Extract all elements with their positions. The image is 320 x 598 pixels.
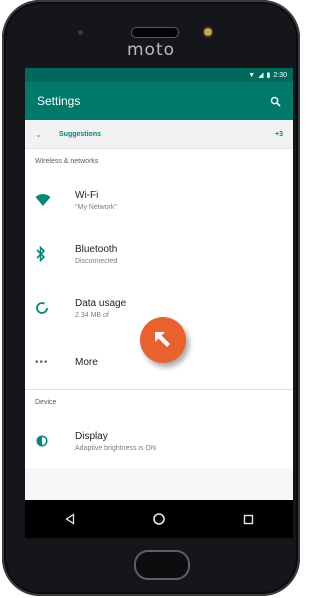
data-usage-subtitle: 2.34 MB of — [75, 311, 109, 319]
data-usage-title: Data usage — [75, 297, 127, 309]
wifi-status-icon: ▼ — [248, 71, 256, 79]
bluetooth-title: Bluetooth — [75, 243, 118, 255]
home-icon[interactable] — [139, 500, 179, 538]
settings-item-display[interactable]: Display Adaptive brightness is ON — [25, 414, 293, 468]
chevron-down-icon: ⌄ — [35, 129, 42, 139]
device-list: Display Adaptive brightness is ON — [25, 414, 293, 468]
settings-item-wifi[interactable]: Wi-Fi "My Network" — [25, 173, 293, 227]
search-icon[interactable] — [267, 93, 283, 109]
bluetooth-icon — [35, 246, 75, 262]
display-subtitle: Adaptive brightness is ON — [75, 444, 156, 452]
navigation-bar — [25, 500, 293, 538]
bluetooth-subtitle: Disconnected — [75, 257, 118, 265]
hardware-home-key[interactable] — [134, 550, 190, 580]
suggestions-label: Suggestions — [59, 130, 102, 138]
tap-pointer-icon — [140, 317, 186, 363]
section-header-device: Device — [25, 390, 293, 414]
wifi-subtitle: "My Network" — [75, 203, 117, 211]
wifi-title: Wi-Fi — [75, 189, 99, 201]
section-header-wireless: Wireless & networks — [25, 149, 293, 173]
brand-logo: moto — [126, 40, 176, 60]
display-icon — [35, 434, 75, 448]
battery-icon: ▮ — [266, 72, 271, 79]
back-icon[interactable] — [50, 500, 90, 538]
signal-icon: ◢ — [258, 72, 264, 79]
more-icon: ••• — [35, 356, 49, 368]
display-title: Display — [75, 430, 108, 442]
status-bar: ▼ ◢ ▮ 2:30 — [25, 68, 293, 82]
recents-icon[interactable] — [228, 500, 268, 538]
front-camera — [204, 28, 212, 36]
suggestions-bar[interactable]: ⌄ Suggestions +3 — [25, 120, 293, 149]
top-bezel: moto — [2, 0, 300, 68]
more-title: More — [75, 356, 98, 368]
proximity-sensor — [78, 30, 83, 35]
screen: ▼ ◢ ▮ 2:30 Settings ⌄ Suggestions +3 Wir… — [25, 68, 293, 500]
page-title: Settings — [37, 94, 81, 108]
status-time: 2:30 — [273, 71, 287, 79]
app-bar: Settings — [25, 82, 293, 120]
wifi-icon — [35, 193, 75, 207]
data-usage-icon — [35, 301, 75, 315]
suggestions-count: +3 — [275, 130, 283, 138]
earpiece-speaker — [131, 27, 179, 38]
settings-item-bluetooth[interactable]: Bluetooth Disconnected — [25, 227, 293, 281]
